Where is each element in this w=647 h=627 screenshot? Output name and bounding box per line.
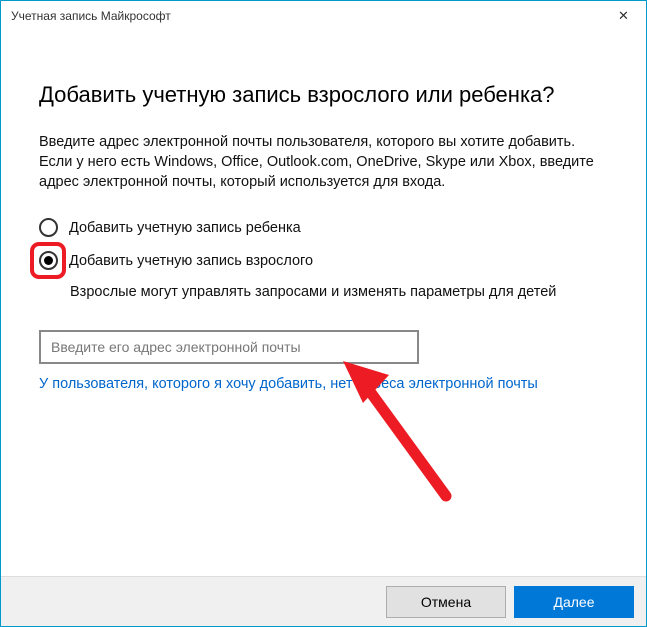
radio-adult-label: Добавить учетную запись взрослого <box>69 253 313 269</box>
radio-child-label: Добавить учетную запись ребенка <box>69 220 301 236</box>
dialog-description: Введите адрес электронной почты пользова… <box>39 132 608 193</box>
radio-child-account[interactable]: Добавить учетную запись ребенка <box>39 218 608 237</box>
adult-hint-text: Взрослые могут управлять запросами и изм… <box>70 284 608 300</box>
account-type-radio-group: Добавить учетную запись ребенка Добавить… <box>39 218 608 270</box>
cancel-button[interactable]: Отмена <box>386 586 506 618</box>
radio-icon <box>39 251 58 270</box>
titlebar: Учетная запись Майкрософт ✕ <box>1 1 646 31</box>
dialog-footer: Отмена Далее <box>1 576 646 626</box>
email-input[interactable] <box>39 330 419 364</box>
no-email-link[interactable]: У пользователя, которого я хочу добавить… <box>39 376 608 392</box>
dialog-heading: Добавить учетную запись взрослого или ре… <box>39 81 608 110</box>
window-title: Учетная запись Майкрософт <box>11 9 171 23</box>
radio-icon <box>39 218 58 237</box>
dialog-content: Добавить учетную запись взрослого или ре… <box>1 31 646 392</box>
next-button[interactable]: Далее <box>514 586 634 618</box>
radio-adult-account[interactable]: Добавить учетную запись взрослого <box>39 251 608 270</box>
close-button[interactable]: ✕ <box>601 1 646 31</box>
close-icon: ✕ <box>618 8 629 24</box>
